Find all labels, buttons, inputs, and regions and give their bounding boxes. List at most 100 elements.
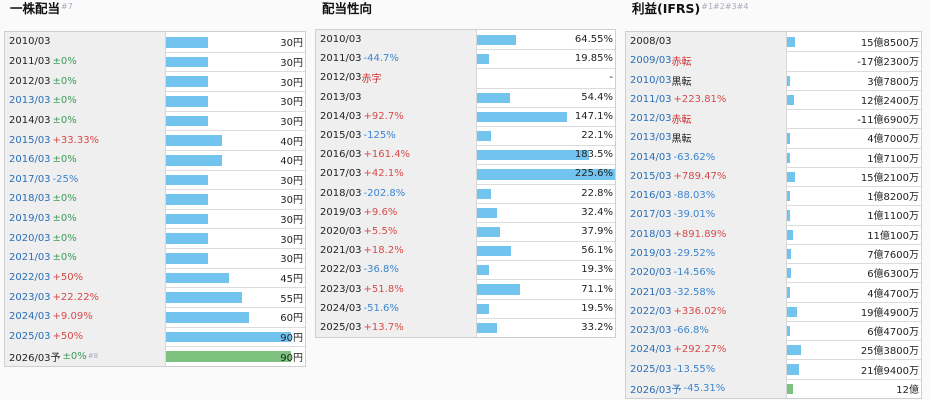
value-bar (477, 303, 489, 314)
table-row: 2021/03 -32.58% 4億4700万 (626, 282, 921, 303)
period-label[interactable]: 2019/03 (9, 213, 51, 224)
table-row: 2019/03 -29.52% 7億7600万 (626, 243, 921, 265)
period-label[interactable]: 2020/03 (9, 233, 51, 244)
period-label[interactable]: 2024/03 (630, 344, 672, 355)
period-label[interactable]: 2022/03 (630, 306, 672, 317)
value-bar (477, 54, 490, 65)
period-label[interactable]: 2018/03 (630, 229, 672, 240)
change-rate: -29.52% (673, 248, 716, 260)
table-row: 2022/03 -36.8% 19.3% (316, 260, 615, 281)
row-label: 2011/03 -44.7% (316, 49, 477, 69)
row-label: 2012/03 赤転 (626, 109, 787, 129)
period-label[interactable]: 2013/03 (630, 132, 672, 143)
table-row: 2024/03 +292.27% 25億3800万 (626, 340, 921, 361)
period-label[interactable]: 2025/03 (9, 331, 51, 342)
change-rate: ±0% (52, 252, 77, 264)
row-value: 19.5% (581, 302, 613, 314)
row-label: 2014/03 -63.62% (626, 147, 787, 167)
dividend-title-text: 一株配当 (10, 1, 61, 16)
period-label: 2012/03 (9, 75, 51, 87)
payout-table: 2010/03 64.55% 2011/03 -44.7% 19.85% 2012/03 赤… (315, 29, 616, 338)
period-label[interactable]: 2022/03 (9, 272, 51, 283)
value-bar (787, 306, 798, 317)
row-value: 19.3% (581, 264, 613, 276)
row-value: -11億6900万 (857, 115, 919, 127)
period-label[interactable]: 2023/03 (630, 325, 672, 336)
table-row: 2010/03 30円 (5, 32, 305, 53)
row-value: 30円 (280, 97, 303, 109)
row-label: 2018/03 +891.89% (626, 224, 787, 244)
row-value: 40円 (280, 136, 303, 148)
table-row: 2018/03 ±0% 30円 (5, 189, 305, 210)
value-bar (166, 154, 222, 166)
table-row: 2012/03 赤転 -11億6900万 (626, 109, 921, 130)
period-label[interactable]: 2021/03 (630, 287, 672, 298)
period-label[interactable]: 2010/03 (630, 75, 672, 86)
value-bar (787, 152, 790, 163)
period-label[interactable]: 2026/03予 (630, 381, 682, 396)
period-label[interactable]: 2019/03 (630, 248, 672, 259)
forecast-bar (166, 351, 292, 362)
change-rate: +50% (52, 272, 84, 284)
value-bar (477, 265, 489, 276)
change-rate: ±0% (52, 75, 77, 87)
period-label[interactable]: 2014/03 (630, 152, 672, 163)
table-row: 2015/03 +33.33% 40円 (5, 130, 305, 151)
change-rate: -125% (363, 130, 396, 142)
period-label: 2015/03 (320, 130, 362, 142)
row-label: 2019/03 ±0% (5, 208, 166, 229)
period-label[interactable]: 2009/03 (630, 55, 672, 66)
change-rate: -88.03% (673, 190, 716, 202)
period-label[interactable]: 2024/03 (9, 311, 51, 322)
dividend-title-note[interactable]: #7 (61, 2, 73, 11)
table-row: 2020/03 +5.5% 37.9% (316, 221, 615, 243)
period-label[interactable]: 2016/03 (9, 154, 51, 165)
status-note: 黒転 (671, 76, 692, 88)
row-label: 2021/03 -32.58% (626, 282, 787, 302)
row-label: 2011/03 ±0% (5, 51, 166, 72)
change-rate: +5.5% (363, 225, 398, 237)
value-bar (477, 150, 590, 161)
row-value: 30円 (280, 254, 303, 266)
footnote-link[interactable]: #8 (88, 352, 98, 360)
row-label: 2025/03 +13.7% (316, 317, 477, 337)
profit-title-note[interactable]: #1#2#3#4 (701, 2, 748, 11)
row-value: 37.9% (581, 225, 613, 237)
period-label[interactable]: 2017/03 (9, 174, 51, 185)
period-label[interactable]: 2012/03 (630, 113, 672, 124)
row-value: 225.6% (574, 168, 613, 180)
value-bar (477, 111, 567, 122)
change-rate: +33.33% (52, 134, 100, 146)
value-bar (166, 312, 250, 323)
table-row: 2026/03予 ±0% #8 90円 (5, 346, 305, 366)
period-label[interactable]: 2016/03 (630, 190, 672, 201)
period-label[interactable]: 2013/03 (9, 95, 51, 106)
period-label[interactable]: 2011/03 (630, 94, 672, 105)
table-row: 2018/03 +891.89% 11億100万 (626, 224, 921, 245)
change-rate: +292.27% (673, 344, 727, 356)
period-label: 2023/03 (320, 283, 362, 295)
row-label: 2022/03 +336.02% (626, 301, 787, 321)
row-label: 2026/03予 -45.31% (626, 378, 787, 398)
period-label[interactable]: 2018/03 (9, 193, 51, 204)
period-label[interactable]: 2023/03 (9, 292, 51, 303)
period-label: 2021/03 (320, 245, 362, 257)
period-label[interactable]: 2020/03 (630, 267, 672, 278)
row-value: 25億3800万 (860, 346, 919, 358)
period-label[interactable]: 2015/03 (9, 135, 51, 146)
value-bar (477, 35, 517, 46)
value-bar (477, 246, 512, 257)
value-bar (787, 364, 799, 375)
table-row: 2016/03 -88.03% 1億8200万 (626, 186, 921, 207)
row-label: 2021/03 +18.2% (316, 241, 477, 261)
period-label[interactable]: 2025/03 (630, 364, 672, 375)
period-label[interactable]: 2017/03 (630, 209, 672, 220)
change-rate: -63.62% (673, 151, 716, 163)
period-label[interactable]: 2015/03 (630, 171, 672, 182)
table-row: 2025/03 -13.55% 21億9400万 (626, 359, 921, 380)
forecast-bar (787, 383, 794, 394)
change-rate: -45.31% (683, 382, 726, 394)
value-bar (166, 233, 208, 245)
period-label[interactable]: 2021/03 (9, 252, 51, 263)
row-value: 30円 (280, 116, 303, 128)
